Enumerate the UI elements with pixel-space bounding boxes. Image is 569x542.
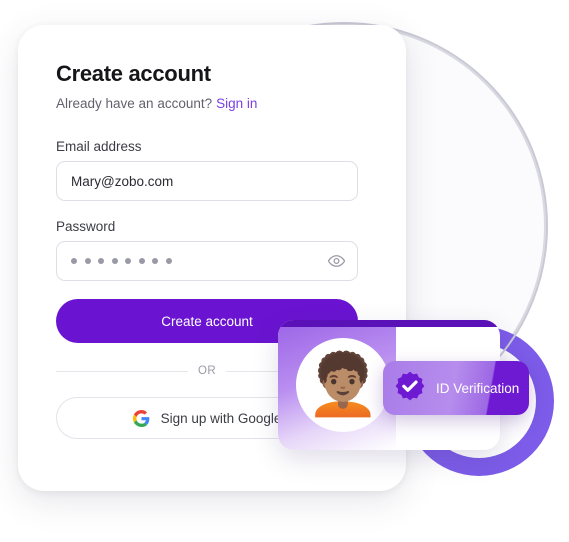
password-dot xyxy=(138,258,145,264)
password-input[interactable] xyxy=(56,241,358,281)
avatar-emoji: 🧑🏽‍🦱 xyxy=(305,351,381,418)
sign-in-link[interactable]: Sign in xyxy=(216,96,257,111)
avatar: 🧑🏽‍🦱 xyxy=(296,338,390,432)
password-dot xyxy=(98,258,104,264)
password-dot xyxy=(84,258,91,264)
password-field-group: Password xyxy=(56,219,368,281)
existing-account-prompt: Already have an account? Sign in xyxy=(56,96,368,111)
verified-seal-check-icon xyxy=(394,370,426,407)
password-input-wrapper xyxy=(56,241,358,281)
email-label: Email address xyxy=(56,139,142,154)
google-button-label: Sign up with Google xyxy=(160,410,282,426)
page-title: Create account xyxy=(56,61,211,86)
password-dot xyxy=(152,258,158,264)
id-verification-badge[interactable]: ID Verification xyxy=(383,361,529,415)
email-field-group: Email address xyxy=(56,139,368,201)
signup-illustration-scene: Create account Already have an account? S… xyxy=(0,0,569,542)
password-dot xyxy=(165,258,172,264)
verify-card-accent-strip xyxy=(278,320,500,327)
password-label: Password xyxy=(56,219,116,234)
id-verification-label: ID Verification xyxy=(436,380,520,396)
password-dot xyxy=(111,258,118,264)
password-dot xyxy=(125,258,131,264)
divider-line-left xyxy=(56,370,188,372)
email-input[interactable] xyxy=(56,161,358,201)
google-g-icon xyxy=(132,409,150,427)
existing-account-text: Already have an account? xyxy=(56,96,213,111)
divider-label: OR xyxy=(197,365,217,377)
password-dot xyxy=(71,258,77,264)
eye-icon[interactable] xyxy=(327,252,346,271)
